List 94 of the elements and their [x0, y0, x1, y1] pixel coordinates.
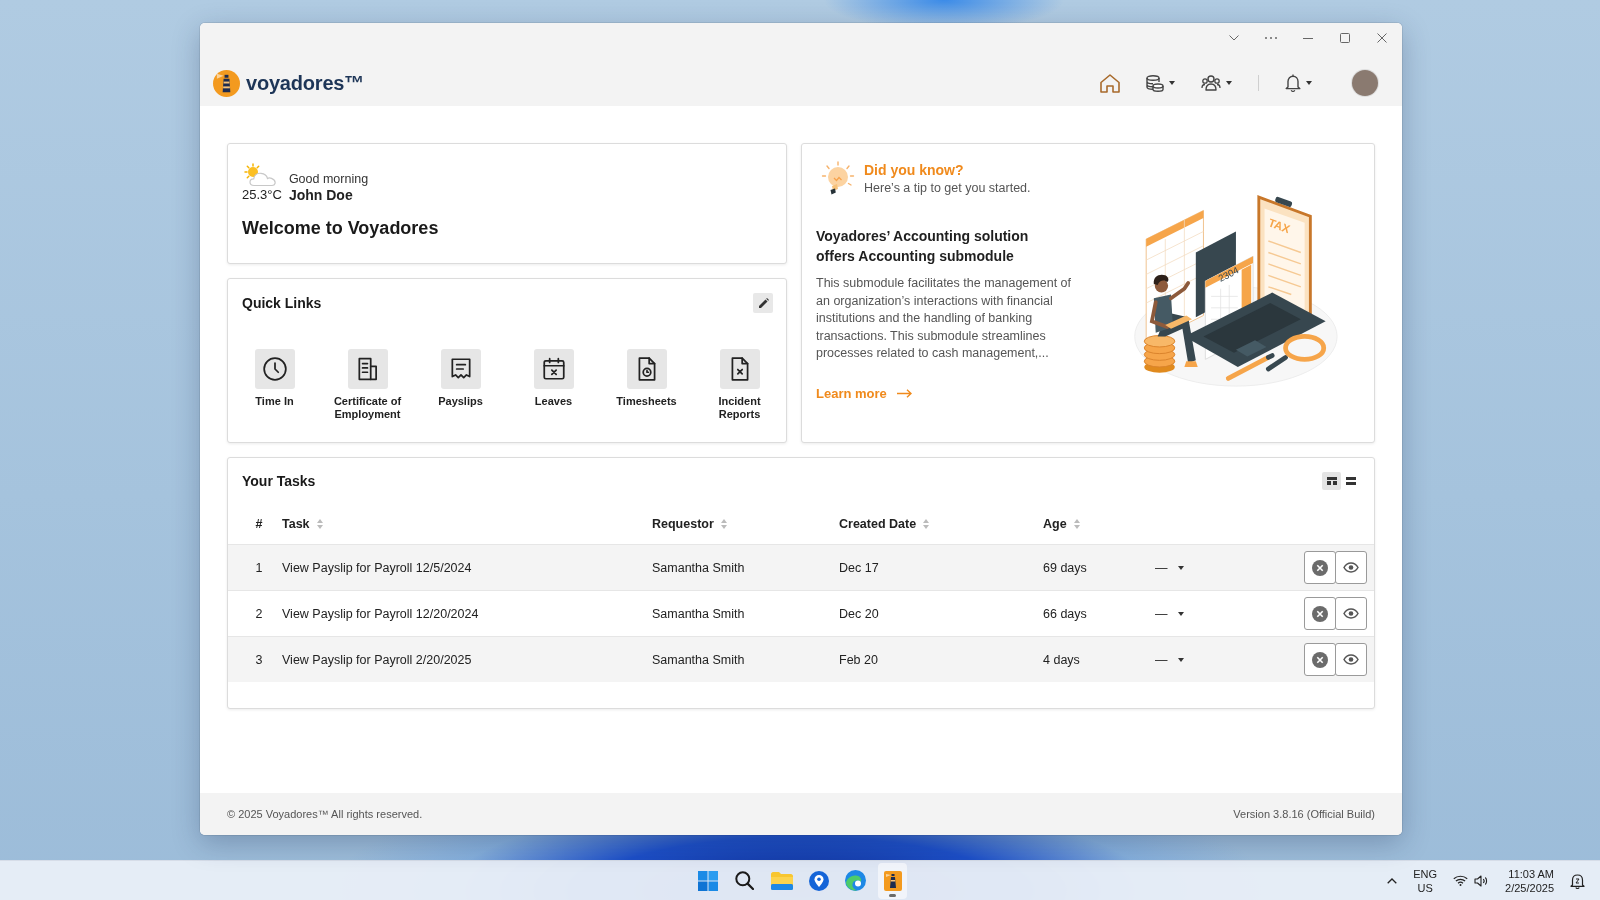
notification-bell-icon — [1570, 872, 1585, 889]
caret-icon — [1177, 611, 1184, 616]
table-cell: Dec 20 — [839, 606, 879, 621]
board-icon — [1326, 477, 1337, 485]
table-cell: 1 — [255, 560, 263, 575]
tip-heading: Voyadores’ Accounting solution offers Accounting submodule — [816, 227, 1030, 266]
column-header: Requestor — [652, 517, 714, 531]
map-pin-icon — [808, 870, 829, 891]
dropdown-select[interactable]: — — [1155, 606, 1184, 621]
tax-label: TAX — [1266, 215, 1292, 235]
temperature-text: 25.3°C — [242, 187, 282, 203]
bell-icon — [1285, 74, 1301, 92]
minimize-icon — [1302, 37, 1313, 39]
table-cell: View Payslip for Payroll 12/5/2024 — [282, 560, 472, 575]
view-button[interactable] — [1335, 597, 1367, 630]
table-cell: 3 — [255, 652, 263, 667]
eye-icon — [1343, 608, 1359, 619]
maximize-icon — [1339, 33, 1350, 43]
coins-icon — [1146, 74, 1164, 92]
close-icon — [1376, 33, 1387, 43]
table-cell: Samantha Smith — [652, 606, 745, 621]
sun-cloud-icon — [242, 163, 278, 187]
logo-text: voyadores™ — [246, 71, 365, 95]
table-cell: Samantha Smith — [652, 560, 745, 575]
table-cell: Feb 20 — [839, 652, 878, 667]
table-cell: Samantha Smith — [652, 652, 745, 667]
x-circle-icon — [1312, 559, 1328, 576]
language-button[interactable]: ENG US — [1408, 863, 1443, 898]
welcome-title: Welcome to Voyadores — [242, 217, 439, 239]
caret-icon — [1306, 81, 1312, 85]
list-icon — [1345, 477, 1356, 485]
board-view-button[interactable] — [1322, 472, 1341, 490]
table-cell: View Payslip for Payroll 2/20/2025 — [282, 652, 472, 667]
folder-icon — [770, 871, 793, 890]
quick-link[interactable]: Leaves — [507, 349, 600, 421]
tip-subtitle: Here’s a tip to get you started. — [864, 180, 1031, 197]
calculator-display: 2304 — [1216, 263, 1241, 284]
lighthouse-logo-icon — [213, 69, 240, 97]
table-cell: 66 days — [1043, 606, 1087, 621]
user-name: John Doe — [288, 187, 354, 203]
dropdown-select[interactable]: — — [1155, 560, 1184, 575]
tip-body: This submodule facilitates the management of an organization’s interactions with financial institutions and the handling of banking transactions. This submodule streamlines processes related to cash management,... — [816, 275, 1072, 362]
version-text: Version 3.8.16 (Official Build) — [1233, 808, 1375, 820]
quick-link[interactable]: Incident Reports — [693, 349, 786, 421]
column-header: Created Date — [839, 517, 917, 531]
view-button[interactable] — [1335, 551, 1367, 584]
tip-title: Did you know? — [864, 161, 964, 179]
swirl-logo-icon — [845, 870, 866, 891]
column-header: Age — [1043, 517, 1067, 531]
dismiss-button[interactable] — [1304, 643, 1336, 676]
caret-icon — [1226, 81, 1232, 85]
speaker-icon — [1474, 874, 1490, 887]
quick-link[interactable]: Payslips — [414, 349, 507, 421]
wifi-icon — [1453, 875, 1469, 886]
table-cell: 4 days — [1043, 652, 1080, 667]
copyright-text: © 2025 Voyadores™ All rights reserved. — [227, 808, 423, 820]
user-avatar[interactable] — [1352, 70, 1378, 96]
caret-icon — [1169, 81, 1175, 85]
table-cell: Dec 17 — [839, 560, 879, 575]
table-cell: View Payslip for Payroll 12/20/2024 — [282, 606, 479, 621]
arrow-right-icon — [896, 389, 912, 398]
column-header: # — [255, 517, 263, 531]
voyadores-app-button[interactable] — [878, 862, 907, 899]
card-title: Quick Links — [242, 294, 322, 312]
clock-icon — [261, 356, 288, 382]
greeting-text: Good morning — [288, 171, 369, 187]
card-title: Your Tasks — [242, 472, 316, 490]
caret-icon — [1177, 657, 1184, 662]
four-squares-icon — [697, 870, 718, 891]
column-header: Task — [282, 517, 310, 531]
lighthouse-icon — [883, 870, 902, 891]
chevron-up-icon — [1387, 877, 1398, 884]
dismiss-button[interactable] — [1304, 597, 1336, 630]
calendar-x-icon — [540, 356, 567, 382]
users-icon — [1201, 75, 1221, 91]
x-circle-icon — [1312, 605, 1328, 622]
view-button[interactable] — [1335, 643, 1367, 676]
dismiss-button[interactable] — [1304, 551, 1336, 584]
edit-button[interactable] — [753, 293, 773, 313]
pencil-icon — [757, 297, 769, 309]
eye-icon — [1343, 654, 1359, 665]
clock-button[interactable]: 11:03 AM 2/25/2025 — [1500, 863, 1559, 898]
quick-link[interactable]: Time In — [228, 349, 321, 421]
chevron-down-icon — [1228, 35, 1239, 41]
caret-icon — [1177, 565, 1184, 570]
quick-link[interactable]: Timesheets — [600, 349, 693, 421]
table-cell: 69 days — [1043, 560, 1087, 575]
search-icon — [735, 871, 754, 890]
eye-icon — [1343, 562, 1359, 573]
dropdown-select[interactable]: — — [1155, 652, 1184, 667]
x-circle-icon — [1312, 651, 1328, 668]
table-cell: 2 — [255, 606, 263, 621]
home-icon — [1100, 73, 1120, 93]
quick-link[interactable]: Certificate of Employment — [321, 349, 414, 421]
